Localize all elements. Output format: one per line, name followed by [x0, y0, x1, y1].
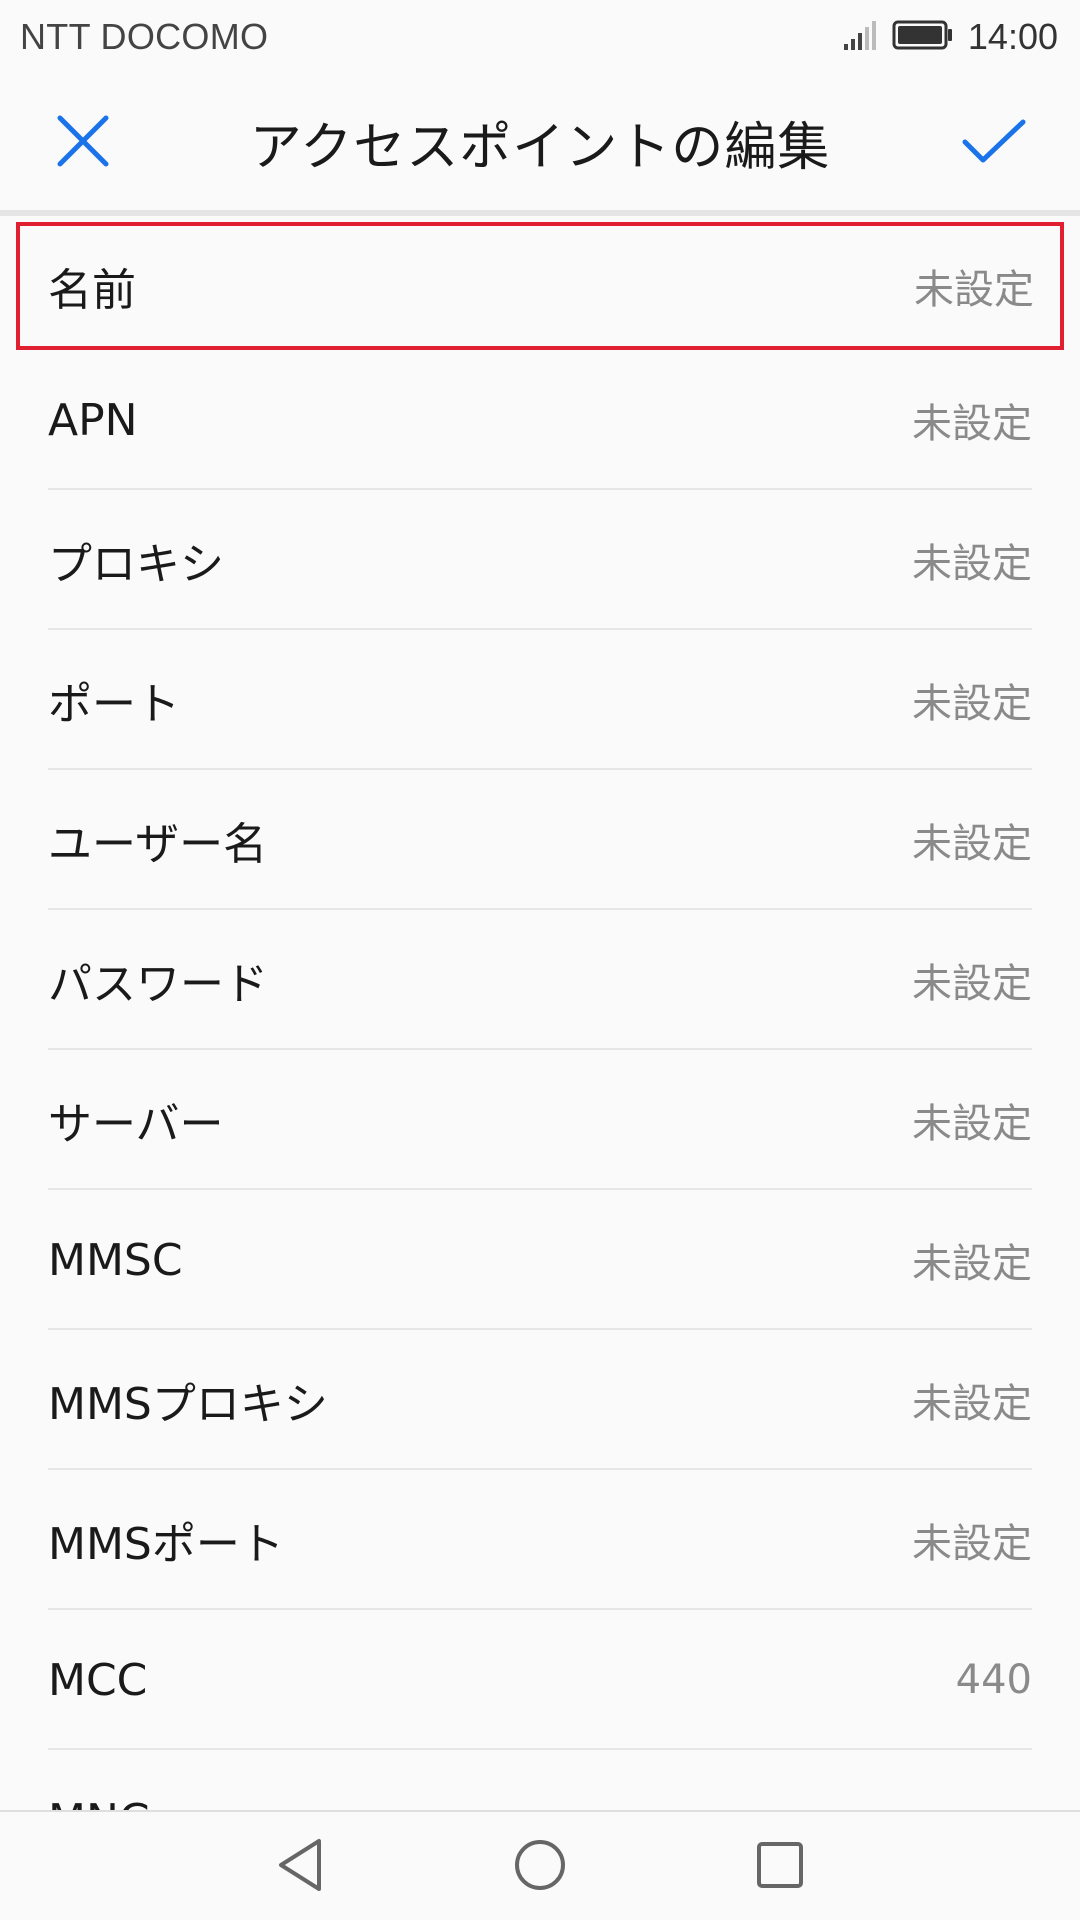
setting-value: 未設定: [912, 961, 1032, 1007]
setting-value: 未設定: [912, 1381, 1032, 1427]
setting-label: MMSプロキシ: [48, 1379, 328, 1430]
setting-row-mmsc[interactable]: MMSC 未設定: [0, 1190, 1080, 1330]
setting-label: MMSポート: [48, 1519, 284, 1570]
close-icon: [56, 114, 110, 172]
setting-row-username[interactable]: ユーザー名 未設定: [0, 770, 1080, 910]
save-button[interactable]: [958, 110, 1030, 176]
back-triangle-icon: [275, 1837, 325, 1897]
setting-value: 未設定: [912, 681, 1032, 727]
status-indicators: 14:00: [842, 16, 1058, 58]
home-button[interactable]: [505, 1832, 575, 1902]
carrier-name: NTT DOCOMO: [20, 16, 269, 57]
setting-value: 未設定: [912, 1241, 1032, 1287]
setting-label: MCC: [48, 1654, 148, 1706]
setting-label: ユーザー名: [48, 819, 268, 870]
setting-label: 名前: [48, 265, 136, 316]
setting-value: 未設定: [912, 401, 1032, 447]
close-button[interactable]: [50, 110, 116, 176]
setting-row-server[interactable]: サーバー 未設定: [0, 1050, 1080, 1190]
setting-value: 未設定: [912, 821, 1032, 867]
setting-value: 未設定: [914, 267, 1034, 313]
setting-label: ポート: [48, 679, 180, 730]
setting-label: プロキシ: [48, 539, 224, 590]
setting-row-mcc[interactable]: MCC 440: [0, 1610, 1080, 1750]
setting-row-proxy[interactable]: プロキシ 未設定: [0, 490, 1080, 630]
status-bar: NTT DOCOMO 14:00: [0, 0, 1080, 74]
setting-value: 440: [955, 1657, 1032, 1703]
setting-row-mms-proxy[interactable]: MMSプロキシ 未設定: [0, 1330, 1080, 1470]
navigation-bar: [0, 1810, 1080, 1920]
setting-row-apn[interactable]: APN 未設定: [0, 350, 1080, 490]
apn-settings-list: 名前 未設定 APN 未設定 プロキシ 未設定 ポート 未設定 ユーザー名 未設…: [0, 216, 1080, 1810]
setting-row-mnc[interactable]: MNC: [0, 1750, 1080, 1811]
setting-row-name[interactable]: 名前 未設定: [16, 222, 1064, 350]
setting-label: サーバー: [48, 1099, 224, 1150]
app-header: アクセスポイントの編集: [0, 74, 1080, 210]
signal-icon: [842, 20, 878, 54]
setting-label: パスワード: [48, 959, 268, 1010]
setting-row-password[interactable]: パスワード 未設定: [0, 910, 1080, 1050]
back-button[interactable]: [265, 1832, 335, 1902]
recents-square-icon: [755, 1840, 805, 1894]
page-title: アクセスポイントの編集: [249, 117, 831, 178]
setting-label: MMSC: [48, 1234, 183, 1286]
setting-value: 未設定: [912, 1521, 1032, 1567]
setting-value: 未設定: [912, 1101, 1032, 1147]
recents-button[interactable]: [745, 1832, 815, 1902]
setting-label: MNC: [48, 1795, 150, 1811]
setting-label: APN: [48, 394, 138, 446]
status-time: 14:00: [967, 16, 1058, 57]
check-icon: [961, 116, 1027, 170]
home-circle-icon: [512, 1837, 568, 1897]
setting-row-port[interactable]: ポート 未設定: [0, 630, 1080, 770]
setting-row-mms-port[interactable]: MMSポート 未設定: [0, 1470, 1080, 1610]
battery-icon: [892, 20, 954, 54]
setting-value: 未設定: [912, 541, 1032, 587]
